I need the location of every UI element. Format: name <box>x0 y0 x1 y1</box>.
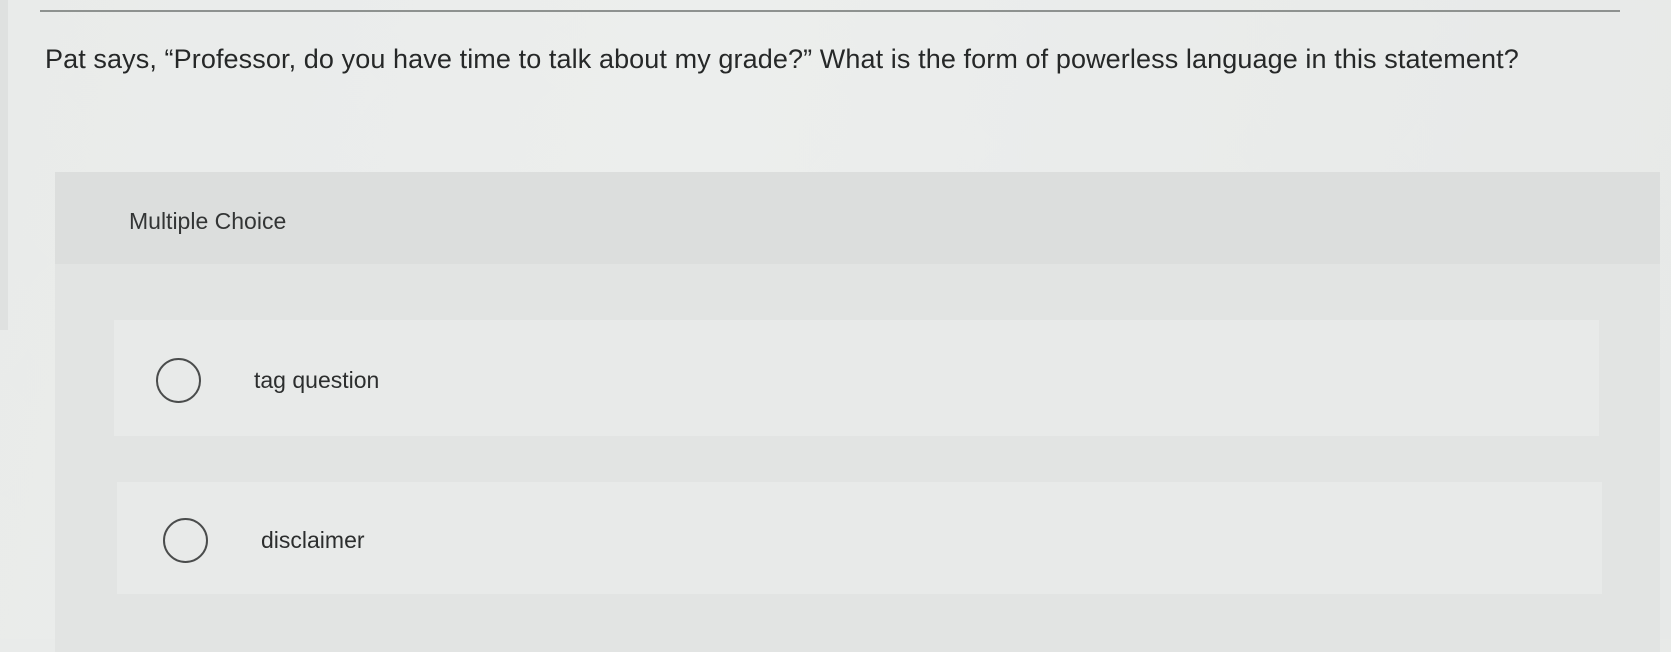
left-panel-edge <box>0 0 8 330</box>
answer-option-disclaimer[interactable]: disclaimer <box>117 482 1602 594</box>
answer-option-label: tag question <box>254 367 380 393</box>
question-prompt: Pat says, “Professor, do you have time t… <box>45 44 1519 74</box>
radio-button[interactable] <box>163 518 208 563</box>
answer-option-label: disclaimer <box>261 527 365 553</box>
card-header: Multiple Choice <box>55 172 1660 264</box>
top-divider <box>40 10 1620 12</box>
question-type-label: Multiple Choice <box>129 208 287 234</box>
answer-option-tag-question[interactable]: tag question <box>114 320 1599 436</box>
multiple-choice-card: Multiple Choice tag question disclaimer <box>55 172 1660 652</box>
radio-button[interactable] <box>156 358 201 403</box>
